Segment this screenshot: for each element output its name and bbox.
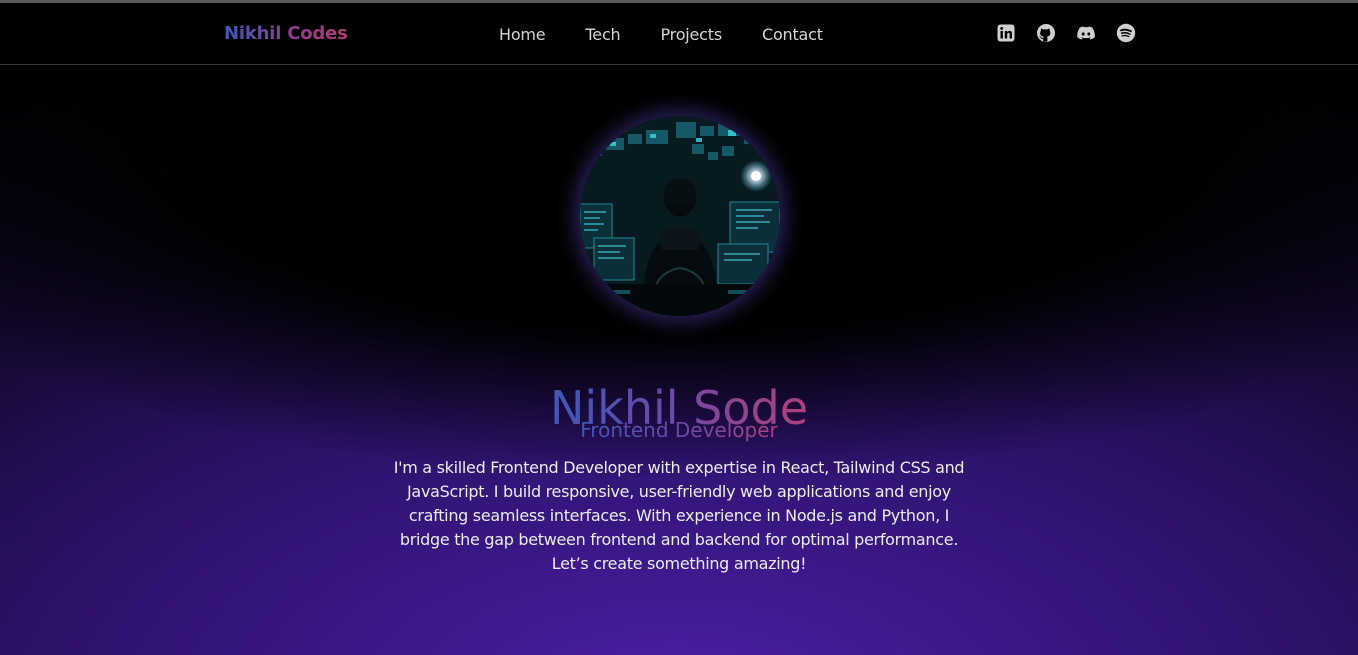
bio-line: bridge the gap between frontend and back… bbox=[399, 530, 959, 549]
bio-line: Let’s create something amazing! bbox=[551, 554, 807, 573]
linkedin-icon[interactable] bbox=[996, 23, 1016, 43]
nav-link-projects[interactable]: Projects bbox=[661, 25, 723, 44]
hero-role: Frontend Developer bbox=[0, 418, 1358, 442]
github-icon[interactable] bbox=[1036, 23, 1056, 43]
spotify-icon[interactable] bbox=[1116, 23, 1136, 43]
bio-line: crafting seamless interfaces. With exper… bbox=[408, 506, 950, 525]
hero-role-text: Frontend Developer bbox=[580, 418, 778, 442]
discord-icon[interactable] bbox=[1076, 23, 1096, 43]
bio-line: JavaScript. I build responsive, user-fri… bbox=[407, 482, 951, 501]
bio-line: I'm a skilled Frontend Developer with ex… bbox=[393, 458, 965, 477]
hacker-at-monitors-illustration bbox=[580, 116, 780, 316]
nav-link-tech[interactable]: Tech bbox=[585, 25, 620, 44]
profile-avatar bbox=[580, 116, 780, 316]
hero-bio: I'm a skilled Frontend Developer with ex… bbox=[384, 456, 974, 576]
nav-link-contact[interactable]: Contact bbox=[762, 25, 823, 44]
navbar: Nikhil Codes Home Tech Projects Contact bbox=[0, 3, 1358, 65]
portfolio-page: Nikhil Codes Home Tech Projects Contact bbox=[0, 0, 1358, 655]
nav-links: Home Tech Projects Contact bbox=[499, 25, 823, 44]
brand-logo[interactable]: Nikhil Codes bbox=[224, 23, 348, 44]
nav-link-home[interactable]: Home bbox=[499, 25, 546, 44]
social-links bbox=[996, 23, 1136, 43]
